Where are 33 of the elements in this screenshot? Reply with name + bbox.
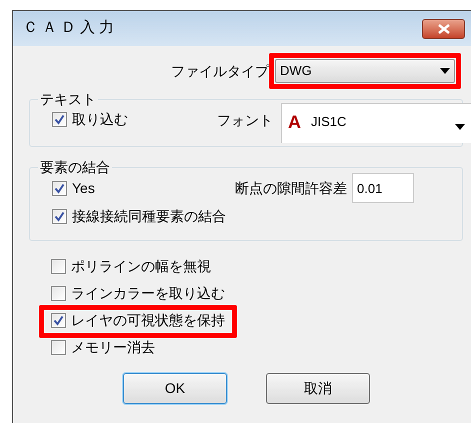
checkbox[interactable] — [51, 259, 66, 274]
checkbox-label: ポリラインの幅を無視 — [71, 257, 211, 276]
check-icon — [54, 114, 65, 125]
checkbox[interactable] — [52, 180, 67, 196]
checkbox[interactable] — [51, 340, 66, 355]
close-icon — [438, 24, 450, 34]
font-name: JIS1C — [311, 113, 346, 131]
dialog-button[interactable]: OK — [123, 373, 227, 404]
check-icon — [53, 315, 64, 326]
checkbox-label: 接線接続同種要素の結合 — [72, 207, 226, 226]
tolerance-field[interactable]: 0.01 — [352, 173, 414, 203]
window-title: ＣＡＤ入力 — [23, 18, 118, 38]
font-label: フォント — [217, 111, 273, 130]
dropdown-arrow-icon — [440, 68, 450, 74]
font-type-icon: A — [288, 112, 301, 131]
check-icon — [54, 182, 65, 194]
checkbox-label: 取り込む — [72, 110, 128, 129]
checkbox-label: ラインカラーを取り込む — [71, 284, 225, 303]
checkbox-label: メモリー消去 — [71, 338, 155, 357]
checkbox[interactable] — [52, 112, 67, 127]
file-type-label: ファイルタイプ — [171, 62, 269, 80]
checkbox-label: レイヤの可視状態を保持 — [71, 311, 225, 330]
check-icon — [54, 211, 65, 222]
checkbox-label: Yes — [72, 178, 95, 198]
close-button[interactable] — [422, 18, 465, 38]
checkbox[interactable] — [51, 313, 66, 328]
checkbox[interactable] — [51, 286, 66, 301]
file-type-dropdown[interactable]: DWG — [275, 59, 455, 83]
checkbox[interactable] — [52, 209, 67, 224]
dropdown-arrow-icon — [455, 124, 465, 130]
font-dropdown[interactable]: A JIS1C — [281, 103, 471, 143]
tolerance-label: 断点の隙間許容差 — [235, 178, 347, 198]
dialog-button[interactable]: 取消 — [266, 373, 370, 404]
